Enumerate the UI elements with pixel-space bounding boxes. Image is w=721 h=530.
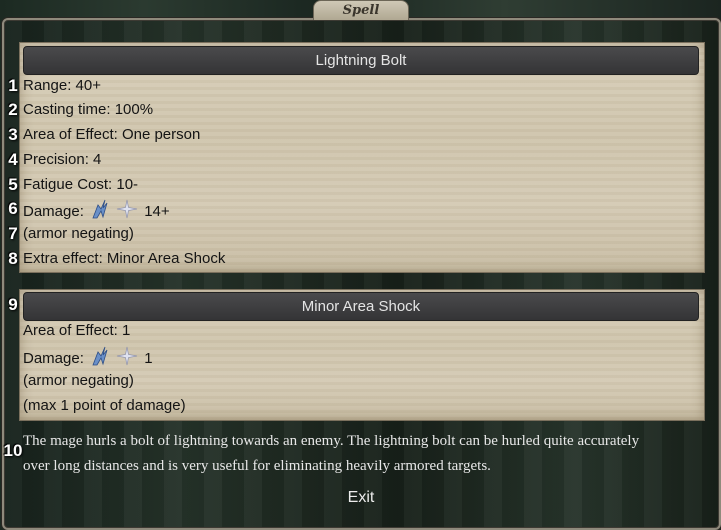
spell-precision: Precision: 4 xyxy=(23,151,102,168)
spell-fatigue-cost: Fatigue Cost: 10- xyxy=(23,176,139,193)
spell-armor-note: (armor negating) xyxy=(23,225,134,242)
marker-5: 5 xyxy=(8,175,18,194)
spell-description: The mage hurls a bolt of lightning towar… xyxy=(23,429,683,479)
spell-name-header: Lightning Bolt xyxy=(23,46,699,75)
marker-7: 7 xyxy=(8,224,18,243)
window-title: Spell xyxy=(313,0,409,20)
extra-damage: Damage: 1 xyxy=(23,346,153,367)
spell-extra-effect: Extra effect: Minor Area Shock xyxy=(23,250,226,267)
spark-icon xyxy=(116,199,138,225)
lightning-icon xyxy=(90,199,112,225)
spell-range: Range: 40+ xyxy=(23,77,101,94)
spell-damage: Damage: 14+ xyxy=(23,199,170,220)
spell-damage-label: Damage: xyxy=(23,202,84,220)
spark-icon xyxy=(116,346,138,372)
marker-10: 10 xyxy=(3,441,23,460)
description-line-1: The mage hurls a bolt of lightning towar… xyxy=(23,433,640,449)
marker-2: 2 xyxy=(8,100,18,119)
extra-max-note: (max 1 point of damage) xyxy=(23,397,186,414)
extra-effect-header: Minor Area Shock xyxy=(23,292,699,321)
spell-casting-time: Casting time: 100% xyxy=(23,101,154,118)
marker-1: 1 xyxy=(8,76,18,95)
lightning-icon xyxy=(90,346,112,372)
marker-9: 9 xyxy=(8,295,18,314)
marker-6: 6 xyxy=(8,199,18,218)
extra-area-of-effect: Area of Effect: 1 xyxy=(23,322,131,339)
extra-damage-value: 1 xyxy=(144,349,153,367)
extra-armor-note: (armor negating) xyxy=(23,372,134,389)
spell-damage-value: 14+ xyxy=(144,202,170,220)
description-line-2: over long distances and is very useful f… xyxy=(23,458,491,474)
marker-4: 4 xyxy=(8,150,18,169)
extra-damage-label: Damage: xyxy=(23,349,84,367)
spell-area-of-effect: Area of Effect: One person xyxy=(23,126,201,143)
marker-3: 3 xyxy=(8,125,18,144)
marker-8: 8 xyxy=(8,249,18,268)
exit-button[interactable]: Exit xyxy=(331,487,391,509)
